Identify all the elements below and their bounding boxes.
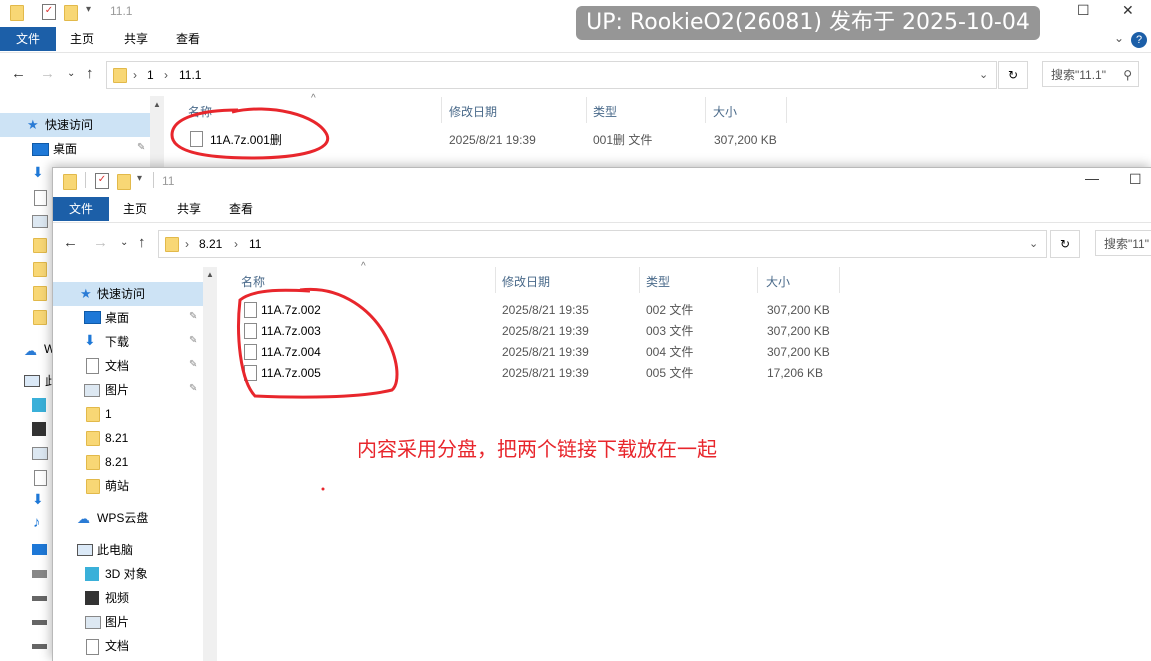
annotation-text: 内容采用分盘，把两个链接下载放在一起 xyxy=(357,437,717,461)
circle-annotation-back xyxy=(170,107,330,160)
annotation-dot xyxy=(321,487,325,491)
circle-annotation-front xyxy=(237,287,399,399)
red-annotation-marks xyxy=(170,107,399,491)
